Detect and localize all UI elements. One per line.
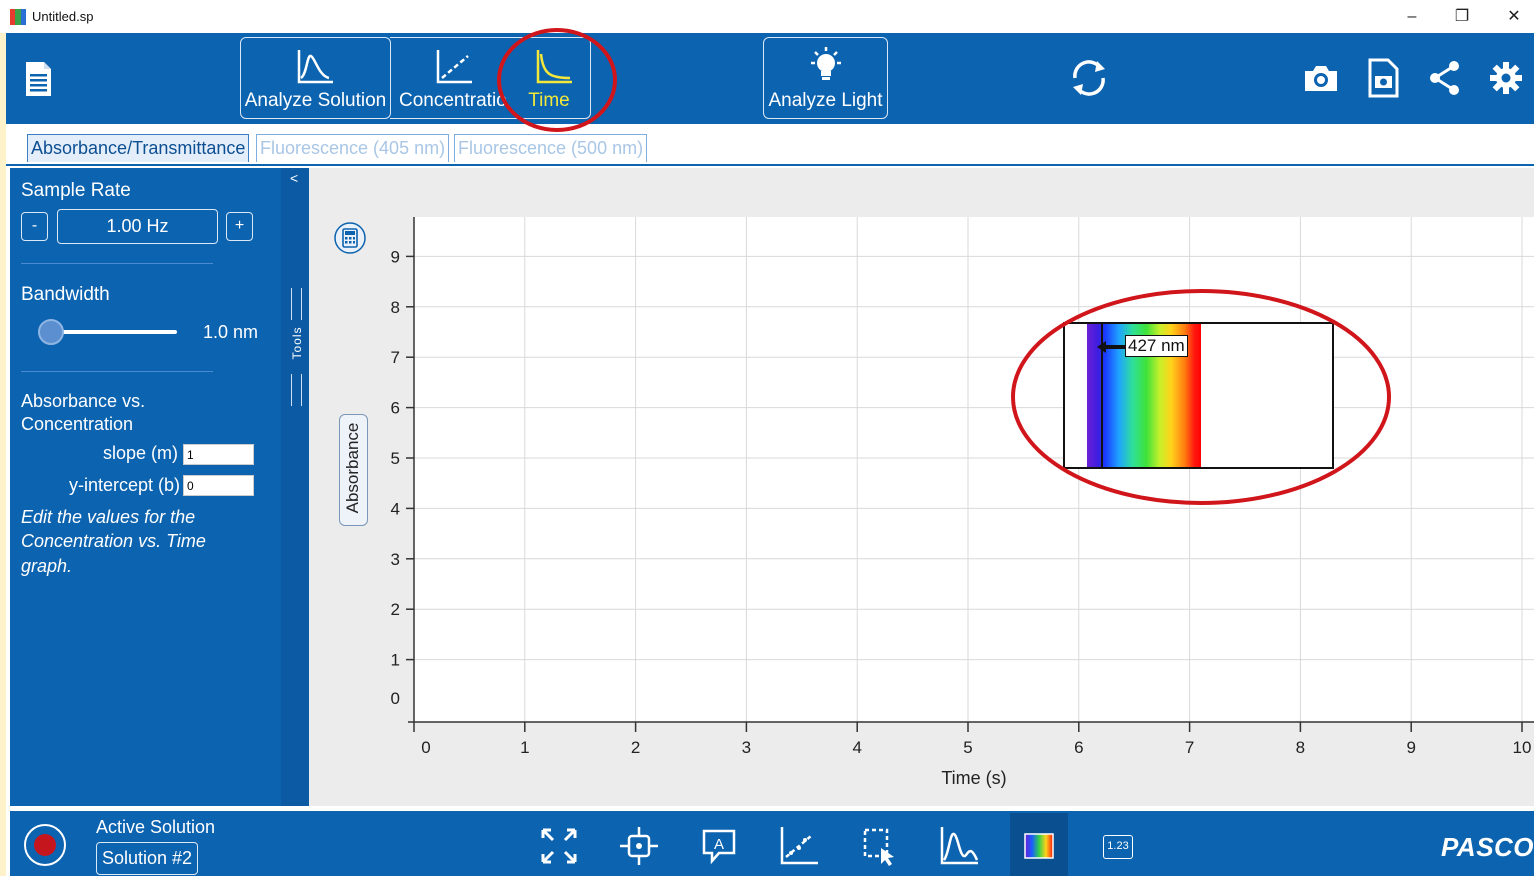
y-tick-label: 6 bbox=[391, 399, 400, 418]
y-tick-label: 4 bbox=[391, 499, 400, 518]
selection-tool-icon[interactable] bbox=[857, 824, 901, 868]
color-spectrum-icon bbox=[1024, 833, 1054, 859]
active-solution-label: Active Solution bbox=[96, 817, 216, 837]
concentration-button[interactable]: Concentratio bbox=[390, 37, 510, 119]
y-tick-label: 3 bbox=[391, 550, 400, 569]
window-title: Untitled.sp bbox=[32, 9, 94, 24]
y-tick-label: 5 bbox=[391, 449, 400, 468]
close-button[interactable]: ✕ bbox=[1494, 4, 1534, 30]
sample-rate-increase-button[interactable]: + bbox=[226, 212, 253, 241]
x-tick-label: 10 bbox=[1513, 738, 1532, 757]
solution-selector[interactable]: Solution #2 bbox=[96, 842, 198, 875]
analyze-light-button[interactable]: Analyze Light bbox=[763, 37, 888, 119]
sample-rate-decrease-button[interactable]: - bbox=[21, 212, 48, 241]
title-bar: Untitled.sp – ❐ ✕ bbox=[0, 0, 1534, 33]
y-tick-labels: 0 1 2 3 4 5 6 7 8 9 bbox=[391, 247, 414, 708]
absorbance-time-chart[interactable]: 0 1 2 3 4 5 6 7 8 9 10 0 1 2 3 4 5 6 7 8 9 Time (s) bbox=[309, 168, 1534, 808]
sync-icon[interactable] bbox=[1067, 57, 1111, 99]
tools-label: Tools bbox=[290, 326, 304, 360]
intercept-input[interactable] bbox=[183, 475, 254, 496]
model-title-line1: Absorbance vs. bbox=[21, 391, 146, 411]
sidebar-divider bbox=[21, 371, 213, 372]
x-tick-label: 0 bbox=[421, 738, 430, 757]
x-tick-labels: 0 1 2 3 4 5 6 7 8 9 10 bbox=[413, 722, 1532, 757]
time-button[interactable]: Time bbox=[508, 37, 591, 119]
curve-fit-icon[interactable] bbox=[777, 824, 821, 868]
left-arrow-icon bbox=[1097, 341, 1125, 353]
drag-grip-top bbox=[291, 288, 302, 320]
sample-rate-label: Sample Rate bbox=[21, 180, 131, 201]
bandwidth-slider-thumb[interactable] bbox=[38, 319, 64, 345]
annotation-text-icon[interactable]: A bbox=[697, 824, 741, 868]
absorbance-curve-icon bbox=[297, 50, 333, 84]
tab-absorbance-transmittance[interactable]: Absorbance/Transmittance bbox=[27, 134, 250, 162]
slope-input[interactable] bbox=[183, 444, 254, 465]
drag-grip-bottom bbox=[291, 374, 302, 406]
y-tick-label: 8 bbox=[391, 298, 400, 317]
sidebar-divider bbox=[21, 263, 213, 264]
analyze-light-label: Analyze Light bbox=[768, 90, 883, 111]
model-hint-line1: Edit the values for the bbox=[21, 507, 196, 527]
restore-button[interactable]: ❐ bbox=[1442, 4, 1482, 30]
plot-area bbox=[414, 217, 1534, 722]
crosshair-icon[interactable] bbox=[617, 824, 661, 868]
minimize-button[interactable]: – bbox=[1392, 4, 1432, 30]
x-tick-label: 8 bbox=[1296, 738, 1305, 757]
camera-icon[interactable] bbox=[1303, 63, 1339, 93]
spectrum-peaks-icon[interactable] bbox=[937, 824, 981, 868]
time-label: Time bbox=[528, 90, 570, 111]
wavelength-label: 427 nm bbox=[1125, 335, 1188, 357]
bandwidth-label: Bandwidth bbox=[21, 284, 110, 305]
time-decay-icon bbox=[536, 50, 572, 84]
tools-handle[interactable] bbox=[281, 168, 309, 806]
model-title-line2: Concentration bbox=[21, 414, 134, 434]
tab-fluorescence-500[interactable]: Fluorescence (500 nm) bbox=[454, 134, 648, 162]
concentration-label: Concentratio bbox=[399, 90, 507, 111]
expand-icon[interactable] bbox=[537, 824, 581, 868]
y-tick-label: 9 bbox=[391, 247, 400, 266]
y-tick-label: 0 bbox=[391, 689, 400, 708]
bandwidth-value: 1.0 nm bbox=[203, 322, 259, 342]
sample-rate-value[interactable]: 1.00 Hz bbox=[57, 209, 218, 244]
light-bulb-icon bbox=[811, 47, 841, 80]
concentration-graph-icon bbox=[436, 50, 472, 84]
record-button[interactable] bbox=[24, 824, 66, 866]
x-tick-label: 3 bbox=[742, 738, 751, 757]
record-icon bbox=[34, 834, 56, 856]
x-tick-label: 2 bbox=[631, 738, 640, 757]
x-tick-label: 1 bbox=[520, 738, 529, 757]
bottom-toolbar bbox=[10, 811, 1534, 876]
x-tick-label: 9 bbox=[1406, 738, 1415, 757]
collapse-sidebar-button[interactable]: < bbox=[290, 170, 298, 186]
document-icon[interactable] bbox=[24, 60, 54, 98]
app-logo-icon bbox=[10, 9, 26, 25]
y-tick-label: 1 bbox=[391, 651, 400, 670]
settings-gear-icon[interactable] bbox=[1489, 61, 1523, 95]
slope-label: slope (m) bbox=[103, 443, 179, 463]
x-axis-label: Time (s) bbox=[941, 768, 1006, 788]
x-tick-label: 7 bbox=[1185, 738, 1194, 757]
intercept-label: y-intercept (b) bbox=[69, 475, 181, 495]
x-tick-label: 4 bbox=[852, 738, 861, 757]
x-tick-label: 6 bbox=[1074, 738, 1083, 757]
y-tick-label: 2 bbox=[391, 600, 400, 619]
svg-text:A: A bbox=[714, 836, 724, 853]
share-icon[interactable] bbox=[1429, 60, 1461, 96]
y-tick-label: 7 bbox=[391, 348, 400, 367]
model-hint-line2: Concentration vs. Time bbox=[21, 531, 206, 551]
spectrum-display-button[interactable] bbox=[1010, 813, 1068, 876]
wavelength-selector[interactable]: 427 nm bbox=[1063, 322, 1334, 469]
digits-display-icon[interactable]: 1.23 bbox=[1103, 835, 1133, 859]
snapshot-document-icon[interactable] bbox=[1367, 58, 1401, 98]
analyze-solution-button[interactable]: Analyze Solution bbox=[240, 37, 391, 119]
tab-fluorescence-405[interactable]: Fluorescence (405 nm) bbox=[256, 134, 450, 162]
analyze-solution-label: Analyze Solution bbox=[244, 90, 387, 111]
model-hint-line3: graph. bbox=[21, 556, 73, 576]
pasco-brand-logo: PASCO bbox=[1441, 832, 1534, 862]
x-tick-label: 5 bbox=[963, 738, 972, 757]
